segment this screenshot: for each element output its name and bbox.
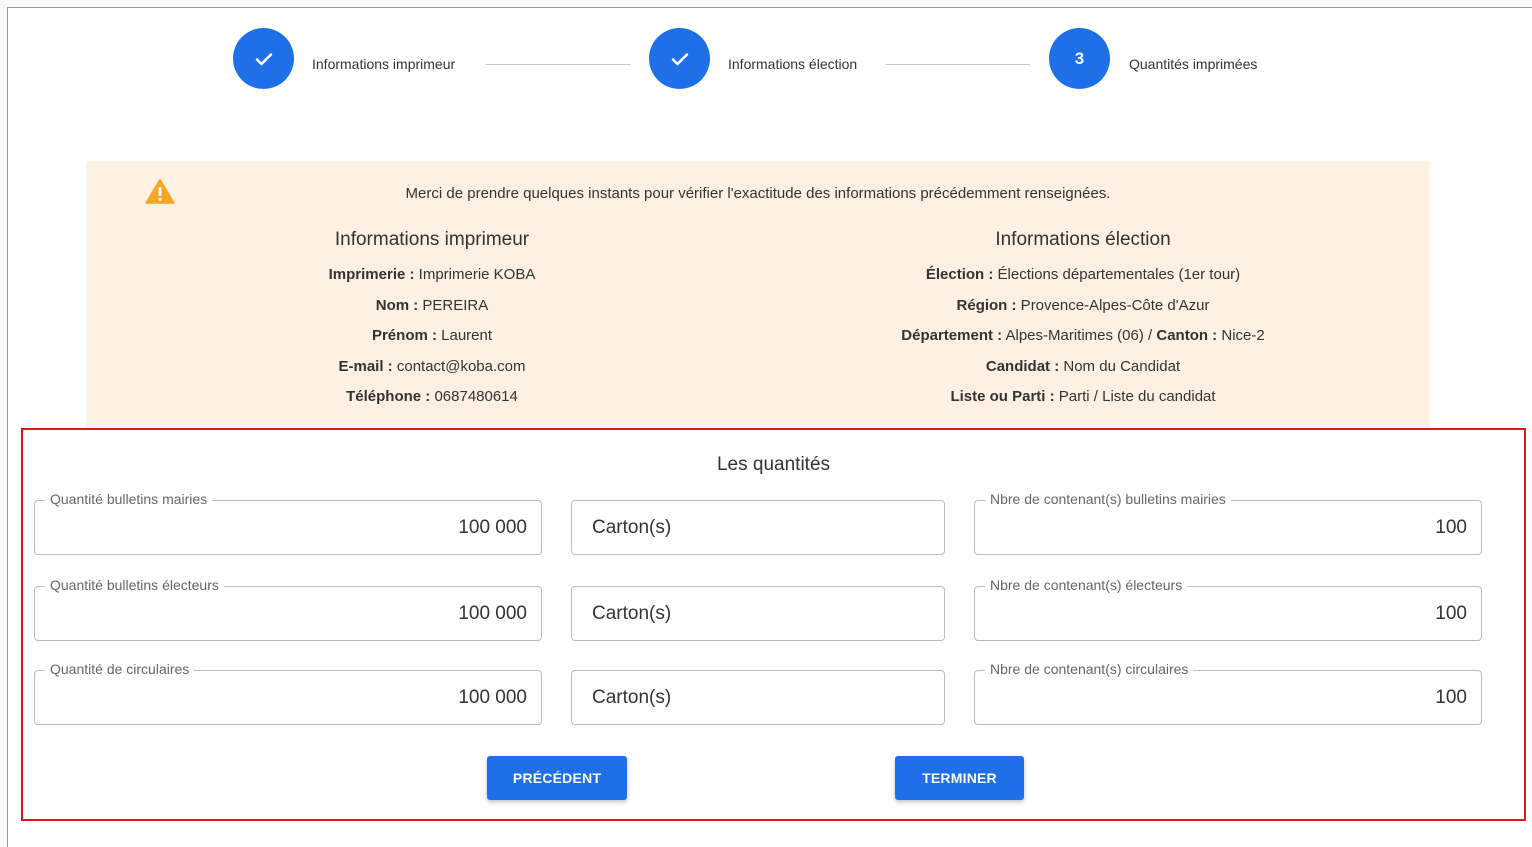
check-icon xyxy=(255,52,272,65)
election-row: Liste ou Parti : Parti / Liste du candid… xyxy=(950,388,1216,405)
page-frame: Informations imprimeur Informations élec… xyxy=(7,7,1532,847)
finish-button[interactable]: TERMINER xyxy=(895,756,1024,800)
election-row: Département : Alpes-Maritimes (06) / Can… xyxy=(901,327,1265,344)
printer-row: Prénom : Laurent xyxy=(371,327,493,344)
step-connector xyxy=(885,64,1030,65)
qty-bulletins-electeurs-input[interactable]: Quantité bulletins électeurs 100 000 xyxy=(34,577,542,641)
printer-row: Nom : PEREIRA xyxy=(375,296,489,314)
printer-row: E-mail : contact@koba.com xyxy=(338,357,526,375)
qty-circulaires-input[interactable]: Quantité de circulaires 100 000 xyxy=(34,661,542,725)
step-3-number[interactable]: 3 xyxy=(1049,28,1110,89)
step-3-label: Quantités imprimées xyxy=(1129,56,1258,72)
count-circulaires-input[interactable]: Nbre de contenant(s) circulaires 100 xyxy=(974,661,1482,725)
election-info-title: Informations élection xyxy=(995,229,1171,250)
count-electeurs-input[interactable]: Nbre de contenant(s) électeurs 100 xyxy=(974,577,1482,641)
step-1-label: Informations imprimeur xyxy=(312,56,456,72)
election-row: Région : Provence-Alpes-Côte d'Azur xyxy=(956,296,1210,314)
election-row: Candidat : Nom du Candidat xyxy=(985,357,1181,375)
election-info: Informations élection Élection : Électio… xyxy=(737,229,1429,413)
printer-row: Téléphone : 0687480614 xyxy=(346,388,518,405)
review-panel: Merci de prendre quelques instants pour … xyxy=(87,161,1429,426)
step-2-check-icon[interactable] xyxy=(649,28,710,89)
qty-bulletins-mairies-input[interactable]: Quantité bulletins mairies 100 000 xyxy=(34,491,542,555)
step-connector xyxy=(485,64,631,65)
previous-button[interactable]: PRÉCÉDENT xyxy=(487,756,627,800)
unit-circulaires-field[interactable]: Carton(s) xyxy=(571,670,945,725)
printer-info: Informations imprimeur Imprimerie : Impr… xyxy=(87,229,777,413)
printer-info-title: Informations imprimeur xyxy=(334,229,530,250)
count-bulletins-mairies-input[interactable]: Nbre de contenant(s) bulletins mairies 1… xyxy=(974,491,1482,555)
step-2-label: Informations élection xyxy=(728,56,858,72)
review-message: Merci de prendre quelques instants pour … xyxy=(405,185,1111,202)
election-row: Élection : Élections départementales (1e… xyxy=(925,266,1241,283)
unit-bulletins-electeurs-field[interactable]: Carton(s) xyxy=(571,586,945,641)
unit-bulletins-mairies-field[interactable]: Carton(s) xyxy=(571,500,945,555)
quantities-section: Les quantités Quantité bulletins mairies… xyxy=(21,428,1526,821)
quantities-title: Les quantités xyxy=(716,454,831,475)
step-1-check-icon[interactable] xyxy=(233,28,294,89)
printer-row: Imprimerie : Imprimerie KOBA xyxy=(328,266,536,283)
check-icon xyxy=(671,52,688,65)
